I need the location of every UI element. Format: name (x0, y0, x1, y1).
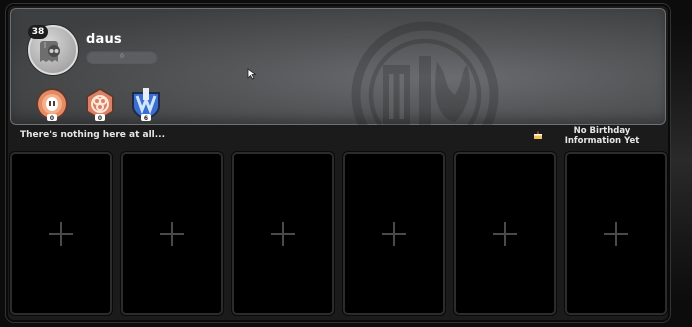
rank-shield-badge-count: 6 (144, 115, 148, 122)
pig-badge-icon[interactable]: 0 (34, 86, 70, 122)
plus-icon (160, 222, 184, 246)
cake-icon (534, 131, 542, 139)
triskelion-badge-icon[interactable]: 0 (82, 86, 118, 122)
birthday-line-2: Information Yet (564, 136, 640, 146)
profile-info-bar: There's nothing here at all... No Birthd… (10, 126, 666, 148)
mouse-cursor-icon (247, 68, 257, 80)
avatar[interactable]: 38 (28, 25, 78, 75)
xp-progress-bar: 0 (86, 50, 158, 64)
profile-card-window: 38 daus 0 0 0 6 There's nothing here at … (0, 0, 692, 327)
guild-emblem-watermark (351, 21, 499, 125)
showcase-slots (8, 152, 668, 316)
plus-icon (49, 222, 73, 246)
showcase-slot-3[interactable] (232, 152, 334, 315)
birthday-info: No Birthday Information Yet (556, 126, 648, 146)
plus-icon (493, 222, 517, 246)
triskelion-badge-count: 0 (98, 115, 102, 122)
username: daus (86, 32, 122, 47)
plus-icon (271, 222, 295, 246)
rank-shield-badge-icon[interactable]: 6 (128, 86, 164, 122)
showcase-slot-1[interactable] (10, 152, 112, 315)
motto-text: There's nothing here at all... (20, 130, 166, 140)
showcase-slot-4[interactable] (343, 152, 445, 315)
showcase-slot-5[interactable] (454, 152, 556, 315)
level-badge: 38 (28, 25, 48, 39)
birthday-line-1: No Birthday (573, 126, 631, 136)
showcase-slot-2[interactable] (121, 152, 223, 315)
plus-icon (604, 222, 628, 246)
pig-badge-count: 0 (50, 115, 54, 122)
profile-banner: 38 daus 0 0 0 6 (10, 8, 666, 125)
xp-value: 0 (120, 53, 124, 60)
plus-icon (382, 222, 406, 246)
showcase-slot-6[interactable] (565, 152, 667, 315)
